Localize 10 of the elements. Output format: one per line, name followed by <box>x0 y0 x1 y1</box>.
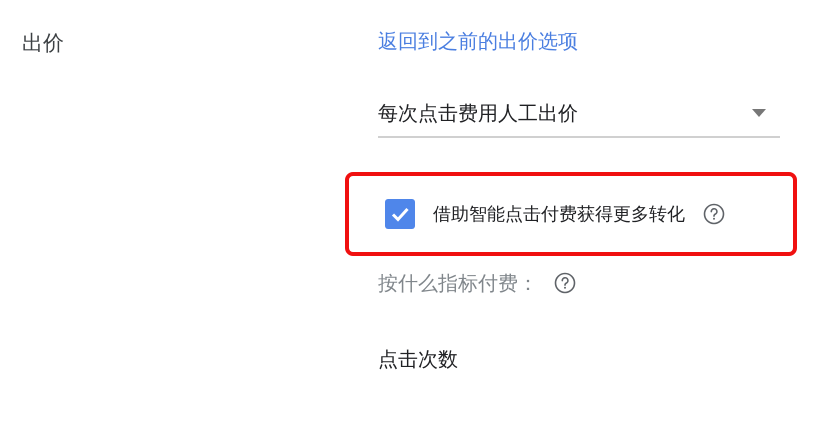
section-label: 出价 <box>22 31 64 55</box>
help-icon[interactable] <box>703 203 725 225</box>
checkbox[interactable] <box>385 199 415 229</box>
bid-strategy-dropdown[interactable]: 每次点击费用人工出价 <box>378 90 780 138</box>
caret-icon <box>752 109 766 117</box>
pay-for-label: 按什么指标付费： <box>378 270 538 297</box>
back-link[interactable]: 返回到之前的出价选项 <box>378 26 797 56</box>
pay-for-value: 点击次数 <box>378 346 459 373</box>
checkbox-label: 借助智能点击付费获得更多转化 <box>433 202 685 226</box>
help-icon[interactable] <box>554 272 576 294</box>
